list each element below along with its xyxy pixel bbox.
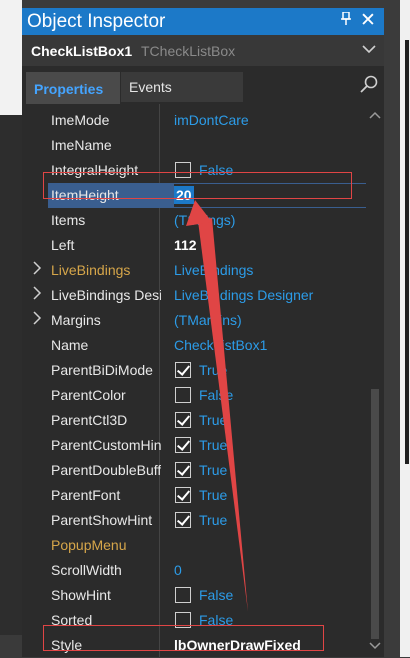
property-row-livebindings-designer[interactable]: LiveBindings Designer LiveBindings Design… — [22, 283, 366, 308]
background-divider — [405, 40, 409, 464]
chevron-down-icon[interactable] — [362, 41, 376, 57]
property-row-parentcustomhint[interactable]: ParentCustomHint True — [22, 433, 366, 458]
property-name: ParentColor — [51, 387, 126, 403]
property-name: Items — [51, 212, 86, 228]
property-checkbox[interactable] — [175, 512, 191, 528]
property-checkbox[interactable] — [175, 462, 191, 478]
background-light-area — [0, 0, 22, 115]
close-icon[interactable]: ✕ — [360, 9, 376, 32]
property-row-left[interactable]: Left 112 — [22, 233, 366, 258]
tab-properties-label: Properties — [34, 81, 104, 97]
annotation-box-itemheight — [43, 172, 352, 199]
property-row-popupmenu[interactable]: PopupMenu — [22, 533, 366, 558]
window-title: Object Inspector — [27, 11, 166, 32]
property-value[interactable]: (TStrings) — [174, 212, 235, 228]
property-row-imename[interactable]: ImeName — [22, 133, 366, 158]
property-checkbox[interactable] — [175, 362, 191, 378]
background-bottom-area — [0, 635, 22, 657]
title-bar[interactable]: Object Inspector ✕ — [22, 8, 384, 35]
property-name: ParentFont — [51, 487, 121, 503]
property-value[interactable]: (TMargins) — [174, 312, 242, 328]
property-name: ParentBiDiMode — [51, 362, 153, 378]
background-window-left — [0, 0, 22, 657]
property-value[interactable]: True — [199, 487, 227, 503]
scroll-down-icon[interactable] — [369, 639, 381, 653]
component-name: CheckListBox1 — [31, 43, 133, 59]
property-value[interactable]: 112 — [174, 237, 197, 253]
tab-events[interactable]: Events — [121, 72, 243, 102]
property-checkbox[interactable] — [175, 387, 191, 403]
property-name: ImeName — [51, 137, 112, 153]
property-row-margins[interactable]: Margins (TMargins) — [22, 308, 366, 333]
property-value[interactable]: True — [199, 362, 227, 378]
property-name: Left — [51, 237, 75, 253]
property-name: ShowHint — [51, 587, 111, 603]
property-name: ParentDoubleBuffered — [51, 462, 161, 478]
property-row-scrollwidth[interactable]: ScrollWidth 0 — [22, 558, 366, 583]
scroll-thumb[interactable] — [371, 389, 379, 639]
property-name: ImeMode — [51, 112, 110, 128]
component-type: TCheckListBox — [141, 43, 236, 59]
property-value[interactable]: True — [199, 437, 227, 453]
property-row-parentctl3d[interactable]: ParentCtl3D True — [22, 408, 366, 433]
property-value[interactable]: True — [199, 462, 227, 478]
property-checkbox[interactable] — [175, 437, 191, 453]
scroll-down-graphic — [369, 642, 381, 650]
background-dark-area — [0, 115, 22, 635]
property-row-name[interactable]: Name CheckListBox1 — [22, 333, 366, 358]
property-row-livebindings[interactable]: LiveBindings LiveBindings — [22, 258, 366, 283]
tab-properties[interactable]: Properties — [26, 72, 120, 104]
property-name: Margins — [51, 312, 101, 328]
property-name: ParentCustomHint — [51, 437, 161, 453]
property-row-items[interactable]: Items (TStrings) — [22, 208, 366, 233]
property-row-parentdoublebuffered[interactable]: ParentDoubleBuffered True — [22, 458, 366, 483]
object-inspector-panel: Object Inspector ✕ CheckListBox1 TCheckL… — [22, 8, 384, 657]
property-value[interactable]: 0 — [174, 562, 182, 578]
property-name: ScrollWidth — [51, 562, 122, 578]
property-name: LiveBindings Designer — [51, 287, 161, 303]
property-name: ParentShowHint — [51, 512, 153, 528]
background-window-right — [400, 0, 410, 657]
scroll-up-icon[interactable] — [369, 108, 381, 122]
grid-scrollbar[interactable] — [366, 104, 384, 657]
property-checkbox[interactable] — [175, 487, 191, 503]
property-value[interactable]: LiveBindings — [174, 262, 253, 278]
property-row-parentfont[interactable]: ParentFont True — [22, 483, 366, 508]
component-selector[interactable]: CheckListBox1 TCheckListBox — [22, 35, 384, 66]
pin-icon[interactable] — [340, 11, 352, 29]
search-icon-graphic — [360, 75, 378, 93]
property-value[interactable]: False — [199, 587, 233, 603]
chevron-down-graphic — [362, 45, 376, 54]
property-value[interactable]: False — [199, 387, 233, 403]
property-name: LiveBindings — [51, 262, 131, 278]
pin-icon-graphic — [341, 11, 351, 25]
property-value[interactable]: True — [199, 512, 227, 528]
property-value[interactable]: CheckListBox1 — [174, 337, 267, 353]
scroll-up-graphic — [369, 111, 381, 119]
property-row-parentbidimode[interactable]: ParentBiDiMode True — [22, 358, 366, 383]
chevron-right-icon[interactable] — [32, 286, 42, 303]
property-row-parentshowhint[interactable]: ParentShowHint True — [22, 508, 366, 533]
property-checkbox[interactable] — [175, 587, 191, 603]
property-value[interactable]: imDontCare — [174, 112, 249, 128]
property-value[interactable]: LiveBindings Designer — [174, 287, 313, 303]
property-row-parentcolor[interactable]: ParentColor False — [22, 383, 366, 408]
chevron-right-icon[interactable] — [32, 261, 42, 278]
property-row-showhint[interactable]: ShowHint False — [22, 583, 366, 608]
property-name: PopupMenu — [51, 537, 127, 553]
property-value[interactable]: True — [199, 412, 227, 428]
annotation-box-style — [43, 625, 324, 651]
search-icon[interactable] — [359, 74, 379, 96]
tab-events-label: Events — [129, 79, 172, 95]
tab-bar: Properties Events — [22, 66, 384, 104]
property-name: Name — [51, 337, 89, 353]
property-name: ParentCtl3D — [51, 412, 128, 428]
chevron-right-icon[interactable] — [32, 311, 42, 328]
property-checkbox[interactable] — [175, 412, 191, 428]
property-row-imemode[interactable]: ImeMode imDontCare — [22, 108, 366, 133]
